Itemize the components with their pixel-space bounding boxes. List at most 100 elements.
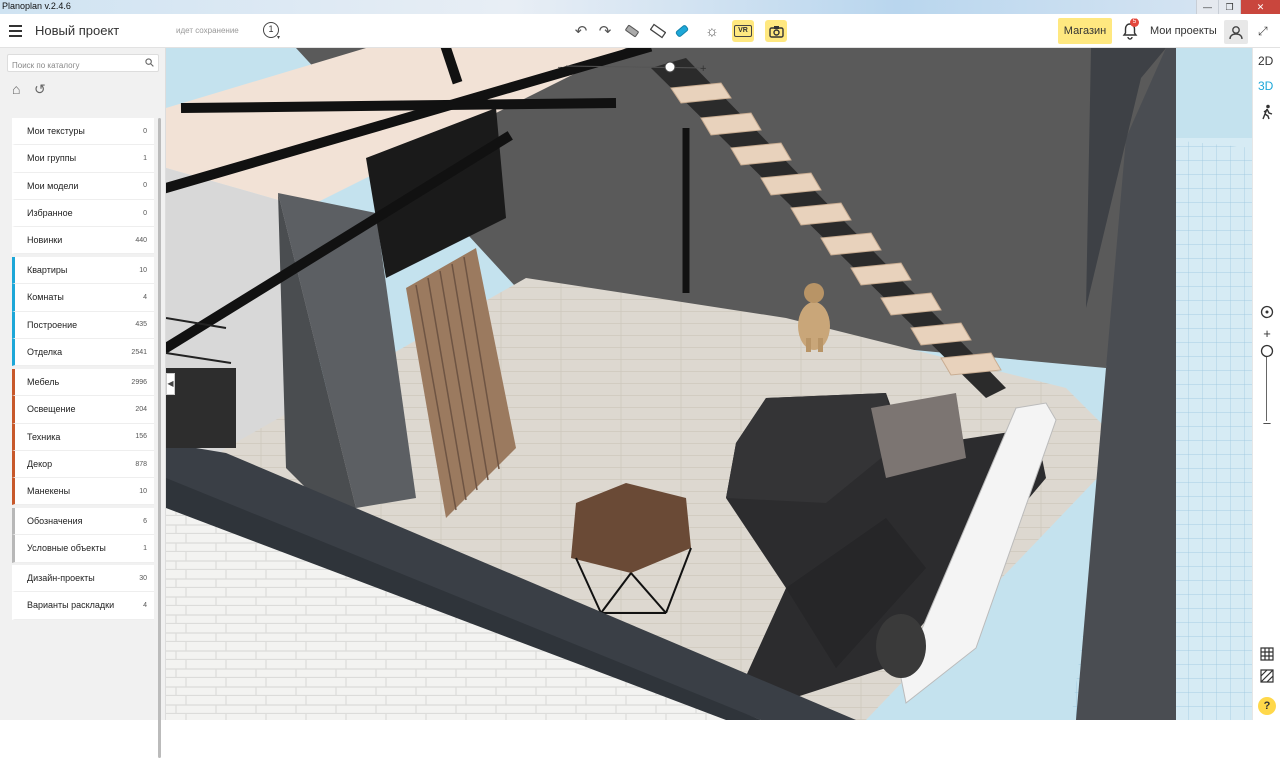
- catalog-item-count: 0: [143, 182, 147, 190]
- undo-icon[interactable]: ↶: [570, 20, 592, 42]
- catalog-item-count: 435: [135, 321, 147, 329]
- catalog-item-count: 4: [143, 293, 147, 301]
- catalog-item-new[interactable]: Новинки 440: [12, 227, 154, 255]
- maximize-button[interactable]: ❐: [1218, 0, 1240, 14]
- catalog-item-my-models[interactable]: Мои модели 0: [12, 173, 154, 200]
- slider-max-label: +: [700, 63, 706, 75]
- catalog-item-rooms[interactable]: Комнаты 4: [12, 284, 154, 312]
- catalog-item-my-groups[interactable]: Мои группы 1: [12, 145, 154, 173]
- catalog-item-lighting[interactable]: Освещение 204: [12, 396, 154, 424]
- zoom-out-button[interactable]: –: [1259, 414, 1275, 430]
- camera-icon: [768, 25, 784, 38]
- fullscreen-expand-icon[interactable]: ⤢: [1258, 24, 1268, 39]
- view-mode-3d[interactable]: 3D: [1258, 79, 1273, 93]
- catalog-sidebar: ⌂ ↺ Мои текстуры 0 Мои группы 1 Мои модели…: [0, 48, 166, 758]
- catalog-item-label: Построение: [27, 319, 78, 330]
- catalog-item-count: 4: [143, 601, 147, 609]
- catalog-item-mannequins[interactable]: Манекены 10: [12, 478, 154, 506]
- catalog-group-objects: Мебель 2996 Освещение 204 Техника 156 Декор…: [12, 369, 154, 506]
- floor-vase: [876, 614, 926, 678]
- sidebar-scrollbar[interactable]: [158, 118, 161, 758]
- catalog-item-conditional-objects[interactable]: Условные объекты 1: [12, 535, 154, 563]
- catalog-item-label: Мои модели: [27, 180, 79, 191]
- search-icon[interactable]: [145, 58, 154, 67]
- catalog-item-label: Мои группы: [27, 153, 77, 164]
- catalog-item-design-projects[interactable]: Дизайн-проекты 30: [12, 565, 154, 593]
- my-projects-link[interactable]: Мои проекты: [1150, 25, 1217, 37]
- catalog-item-finishing[interactable]: Отделка 2541: [12, 338, 154, 367]
- lighting-sun-icon[interactable]: ☼: [701, 20, 723, 42]
- top-toolbar: Новый проект идет сохранение 1 ▾ ↶ ↷ ☼ V…: [0, 14, 1280, 48]
- catalog-item-decor[interactable]: Декор 878: [12, 450, 154, 479]
- ruler-icon[interactable]: [647, 20, 669, 42]
- catalog-group-symbols: Обозначения 6 Условные объекты 1: [12, 508, 154, 563]
- shop-button[interactable]: Магазин: [1058, 18, 1112, 44]
- window-title-bar: Planoplan v.2.4.6 — ❐ ✕: [0, 0, 1280, 14]
- catalog-item-count: 10: [139, 266, 147, 274]
- catalog-item-favorites[interactable]: Избранное 0: [12, 200, 154, 228]
- catalog-item-count: 10: [139, 487, 147, 495]
- catalog-item-my-textures[interactable]: Мои текстуры 0: [12, 118, 154, 146]
- catalog-group-projects: Дизайн-проекты 30 Варианты раскладки 4: [12, 565, 154, 620]
- catalog-item-count: 156: [135, 433, 147, 441]
- zoom-slider-handle-icon[interactable]: [1259, 343, 1275, 359]
- help-icon[interactable]: ?: [1258, 697, 1276, 715]
- hamburger-menu-icon[interactable]: [9, 25, 22, 37]
- user-profile-button[interactable]: [1224, 20, 1248, 44]
- catalog-item-count: 2541: [131, 348, 147, 356]
- 3d-viewport[interactable]: – +: [166, 48, 1252, 720]
- catalog-search-input[interactable]: [8, 57, 138, 74]
- catalog-item-layout-variants[interactable]: Варианты раскладки 4: [12, 592, 154, 620]
- camera-target-icon[interactable]: [1259, 304, 1275, 320]
- catalog-item-count: 0: [143, 209, 147, 217]
- catalog-item-count: 2996: [131, 378, 147, 386]
- redo-icon[interactable]: ↷: [594, 20, 616, 42]
- sidebar-collapse-toggle[interactable]: ◀: [166, 373, 175, 395]
- catalog-item-label: Мои текстуры: [27, 126, 85, 137]
- camera-snapshot-button[interactable]: [765, 20, 787, 42]
- catalog-item-count: 878: [135, 460, 147, 468]
- right-view-panel: 2D 3D + – ?: [1252, 48, 1280, 720]
- hide-walls-icon[interactable]: [1259, 668, 1275, 684]
- catalog-item-label: Освещение: [27, 404, 76, 415]
- user-avatar-icon: [1229, 25, 1243, 39]
- catalog-search: [7, 54, 159, 74]
- eraser-icon[interactable]: [621, 20, 643, 42]
- catalog-item-label: Техника: [27, 431, 61, 442]
- catalog-item-label: Условные объекты: [27, 543, 106, 554]
- view-mode-2d[interactable]: 2D: [1258, 54, 1273, 68]
- walk-mode-icon[interactable]: [1259, 104, 1275, 120]
- save-status: идет сохранение: [176, 26, 239, 35]
- level-dropdown-chevron-icon[interactable]: ▾: [277, 34, 280, 41]
- catalog-item-count: 1: [143, 544, 147, 552]
- catalog-item-furniture[interactable]: Мебель 2996: [12, 369, 154, 397]
- catalog-item-count: 0: [143, 127, 147, 135]
- catalog-item-count: 6: [143, 517, 147, 525]
- slider-min-label: –: [558, 62, 564, 73]
- minimize-button[interactable]: —: [1196, 0, 1218, 14]
- window-title: Planoplan v.2.4.6: [2, 1, 71, 11]
- catalog-item-label: Избранное: [27, 208, 73, 219]
- catalog-item-label: Декор: [27, 459, 53, 470]
- catalog-back-icon[interactable]: ↺: [34, 81, 46, 98]
- catalog-item-construction[interactable]: Построение 435: [12, 311, 154, 339]
- catalog-home-icon[interactable]: ⌂: [12, 81, 20, 97]
- tape-measure-icon[interactable]: [671, 20, 693, 42]
- catalog-item-label: Варианты раскладки: [27, 600, 115, 611]
- zoom-in-button[interactable]: +: [1259, 325, 1275, 341]
- close-window-button[interactable]: ✕: [1240, 0, 1280, 14]
- catalog-item-appliances[interactable]: Техника 156: [12, 423, 154, 451]
- vr-icon: VR: [734, 25, 752, 37]
- vr-button[interactable]: VR: [732, 20, 754, 42]
- grid-toggle-icon[interactable]: [1259, 646, 1275, 662]
- catalog-item-label: Дизайн-проекты: [27, 573, 95, 584]
- catalog-item-count: 1: [143, 154, 147, 162]
- catalog-item-count: 30: [139, 574, 147, 582]
- catalog-item-label: Новинки: [27, 235, 63, 246]
- project-name[interactable]: Новый проект: [35, 23, 119, 38]
- catalog-item-symbols[interactable]: Обозначения 6: [12, 508, 154, 536]
- catalog-group-personal: Мои текстуры 0 Мои группы 1 Мои модели 0 Из…: [12, 118, 154, 255]
- catalog-item-label: Квартиры: [27, 265, 68, 276]
- zoom-track[interactable]: [1266, 353, 1267, 421]
- catalog-item-apartments[interactable]: Квартиры 10: [12, 257, 154, 285]
